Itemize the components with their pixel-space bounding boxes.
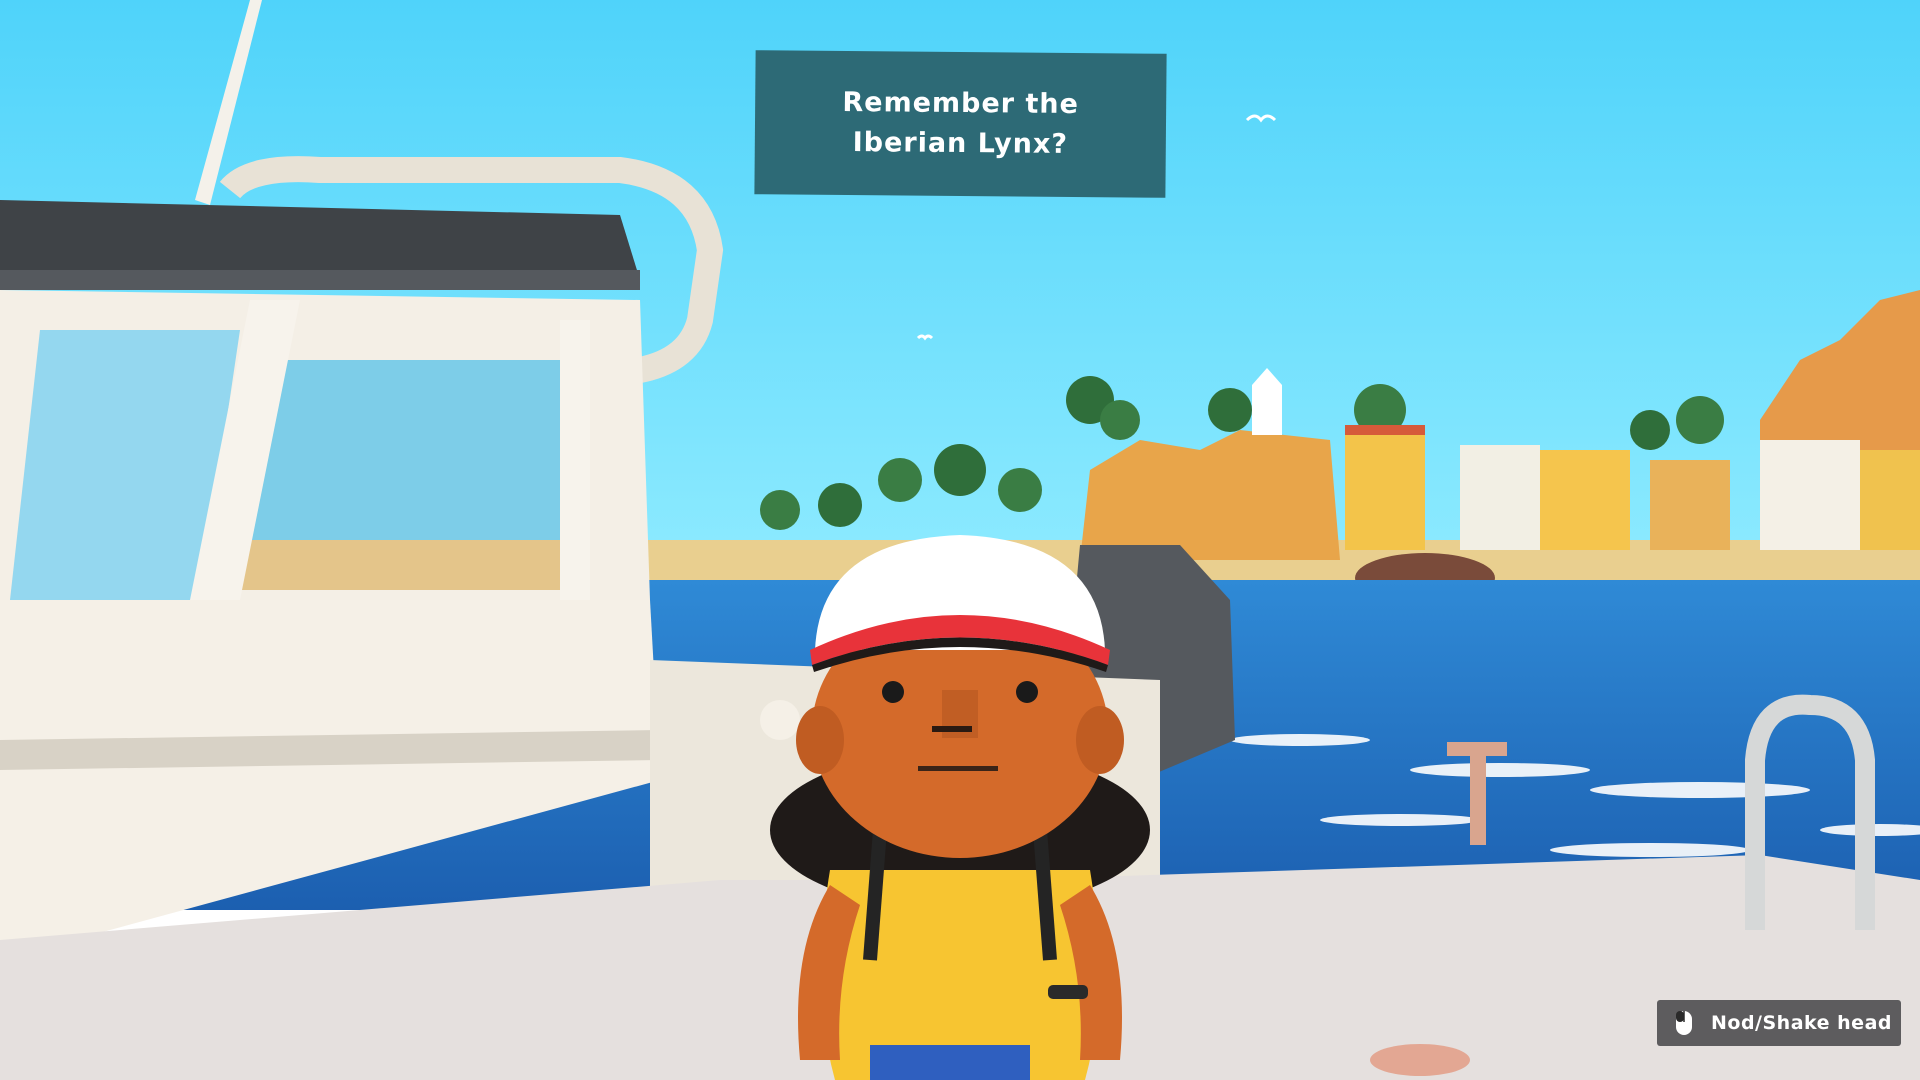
player-character: [770, 535, 1150, 1080]
mooring-post: [1470, 750, 1486, 845]
dialog-text: Remember the Iberian Lynx?: [842, 86, 1080, 160]
dialog-box: Remember the Iberian Lynx?: [754, 50, 1167, 198]
hint-label: Nod/Shake head: [1711, 1012, 1892, 1034]
mouse-icon: [1676, 1011, 1692, 1035]
control-hint: Nod/Shake head: [1657, 1000, 1901, 1046]
